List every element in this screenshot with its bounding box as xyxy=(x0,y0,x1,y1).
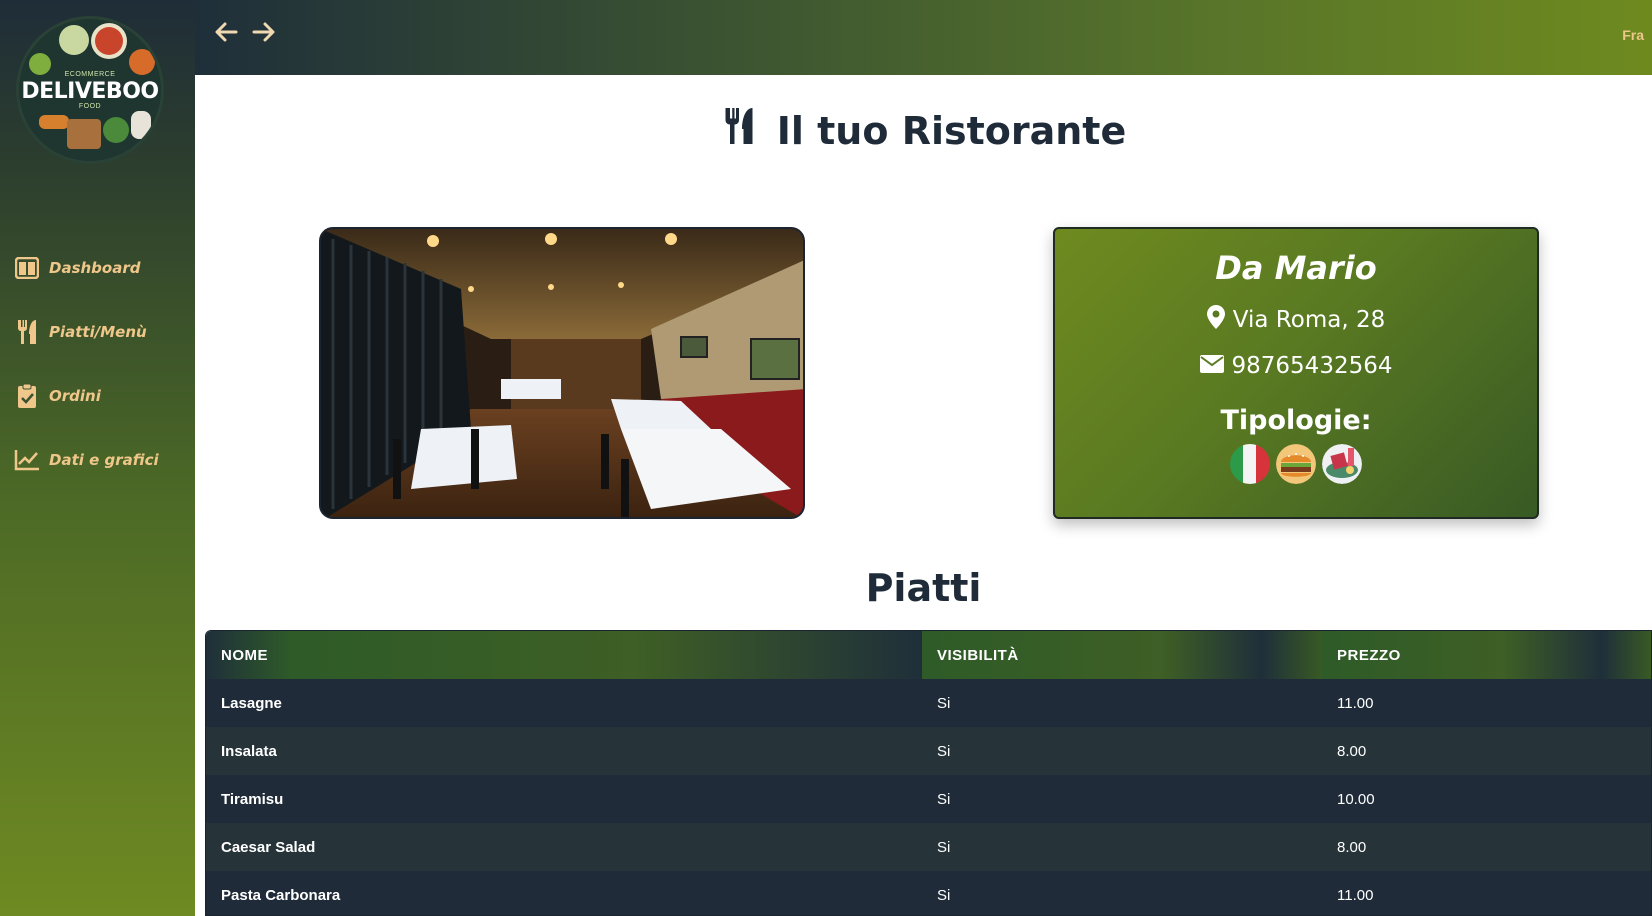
dish-price: 8.00 xyxy=(1322,823,1651,871)
restaurant-photo xyxy=(319,227,805,519)
dish-price: 10.00 xyxy=(1322,775,1651,823)
deliveboo-logo[interactable]: ECOMMERCE DELIVEBOO FOOD xyxy=(16,16,164,164)
sidebar-item-label: Ordini xyxy=(49,387,101,405)
line-chart-icon xyxy=(14,447,40,473)
utensils-icon xyxy=(14,319,40,345)
dish-visibility: Si xyxy=(922,775,1322,823)
table-row[interactable]: Tiramisu Si 10.00 xyxy=(206,775,1651,823)
table-row[interactable]: Insalata Si 8.00 xyxy=(206,727,1651,775)
back-button[interactable] xyxy=(207,15,245,53)
sidebar-item-label: Piatti/Menù xyxy=(49,323,147,341)
dashboard-icon xyxy=(14,255,40,281)
restaurant-info-card: Da Mario Via Roma, 28 98765432564 Tipolo… xyxy=(1053,227,1539,519)
sidebar-item-dashboard[interactable]: Dashboard xyxy=(0,236,195,300)
table-row[interactable]: Caesar Salad Si 8.00 xyxy=(206,823,1651,871)
envelope-icon xyxy=(1199,353,1224,379)
dish-visibility: Si xyxy=(922,871,1322,915)
sidebar-item-piatti-menu[interactable]: Piatti/Menù xyxy=(0,300,195,364)
dish-price: 8.00 xyxy=(1322,727,1651,775)
italian-flag-icon xyxy=(1230,444,1270,484)
dish-visibility: Si xyxy=(922,679,1322,727)
sidebar-nav: Dashboard Piatti/Menù Ordini Dati e graf… xyxy=(0,236,195,492)
dish-name: Insalata xyxy=(206,727,922,775)
dish-name: Tiramisu xyxy=(206,775,922,823)
dish-price: 11.00 xyxy=(1322,871,1651,915)
mixed-food-icon xyxy=(1322,444,1362,484)
column-header-price[interactable]: PREZZO xyxy=(1322,631,1651,679)
table-header-row: NOME VISIBILITÀ PREZZO xyxy=(206,631,1651,679)
table-row[interactable]: Lasagne Si 11.00 xyxy=(206,679,1651,727)
dish-visibility: Si xyxy=(922,823,1322,871)
logo-top-tag: ECOMMERCE xyxy=(64,71,116,78)
sidebar-item-dati-grafici[interactable]: Dati e grafici xyxy=(0,428,195,492)
types-list xyxy=(1055,444,1537,484)
column-header-name[interactable]: NOME xyxy=(206,631,922,679)
phone-text: 98765432564 xyxy=(1231,353,1393,379)
sidebar-item-ordini[interactable]: Ordini xyxy=(0,364,195,428)
sidebar: ECOMMERCE DELIVEBOO FOOD Dashboard Piatt… xyxy=(0,0,195,916)
map-pin-icon xyxy=(1206,305,1225,335)
dish-price: 11.00 xyxy=(1322,679,1651,727)
dish-name: Pasta Carbonara xyxy=(206,871,922,915)
clipboard-check-icon xyxy=(14,383,40,409)
restaurant-name: Da Mario xyxy=(1215,249,1377,287)
logo-brand-name: DELIVEBOO xyxy=(21,79,159,104)
user-menu[interactable]: Fra xyxy=(1622,27,1644,43)
column-header-visibility[interactable]: VISIBILITÀ xyxy=(922,631,1322,679)
dish-name: Caesar Salad xyxy=(206,823,922,871)
dish-name: Lasagne xyxy=(206,679,922,727)
types-label: Tipologie: xyxy=(1220,405,1372,436)
sidebar-item-label: Dati e grafici xyxy=(49,451,159,469)
dish-visibility: Si xyxy=(922,727,1322,775)
page-title: Il tuo Ristorante xyxy=(195,105,1652,156)
arrow-right-icon xyxy=(252,22,276,47)
sidebar-item-label: Dashboard xyxy=(49,259,141,277)
top-bar: Fra xyxy=(195,0,1652,75)
dishes-table: NOME VISIBILITÀ PREZZO Lasagne Si 11.00 … xyxy=(205,630,1652,916)
utensils-icon xyxy=(721,105,757,156)
restaurant-phone: 98765432564 xyxy=(1055,353,1537,379)
dishes-section-title: Piatti xyxy=(865,566,982,610)
burger-icon xyxy=(1276,444,1316,484)
forward-button[interactable] xyxy=(245,15,283,53)
address-text: Via Roma, 28 xyxy=(1232,307,1386,333)
table-row[interactable]: Pasta Carbonara Si 11.00 xyxy=(206,871,1651,915)
restaurant-address: Via Roma, 28 xyxy=(1055,305,1537,335)
arrow-left-icon xyxy=(214,22,238,47)
page-title-text: Il tuo Ristorante xyxy=(776,108,1127,153)
logo-bottom-tag: FOOD xyxy=(78,103,102,110)
